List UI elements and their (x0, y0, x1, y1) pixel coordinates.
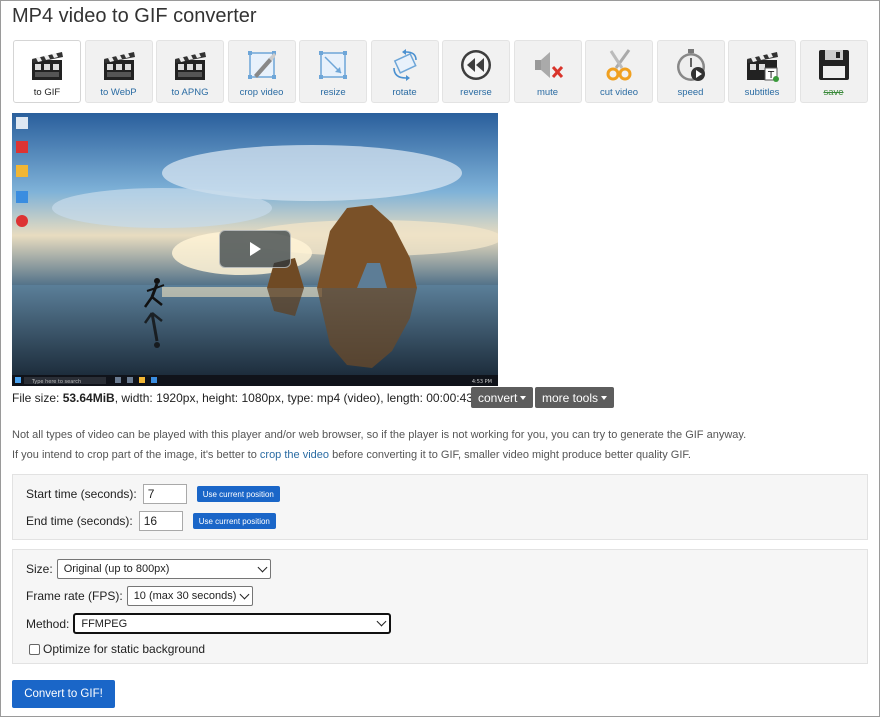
chevron-down-icon (376, 616, 387, 627)
start-time-row: Start time (seconds): 7 Use current posi… (26, 484, 280, 504)
file-info-prefix: File size: (12, 391, 63, 405)
method-select[interactable]: FFMPEG (73, 613, 392, 634)
tool-label: save (823, 87, 844, 98)
method-row: Method: FFMPEG (26, 613, 392, 634)
tool-to-apng[interactable]: to APNG (156, 40, 224, 103)
start-time-input[interactable]: 7 (142, 484, 187, 504)
rotate-icon (387, 47, 423, 83)
options-panel: Size: Original (up to 800px) Frame rate … (12, 549, 868, 664)
chevron-down-icon (257, 562, 268, 572)
rewind-icon (458, 47, 494, 83)
caret-down-icon (520, 395, 527, 400)
convert-label: convert (478, 390, 518, 405)
size-select-value: Original (up to 800px) (63, 563, 170, 575)
more-tools-dropdown-button[interactable]: more tools (535, 387, 615, 408)
tool-label: rotate (392, 87, 417, 98)
tool-to-webp[interactable]: to WebP (84, 40, 153, 103)
clapperboard-icon (29, 47, 65, 83)
tool-label: speed (677, 87, 704, 98)
method-label: Method: (26, 616, 70, 631)
tool-rotate[interactable]: rotate (370, 40, 439, 103)
start-time-label: Start time (seconds): (26, 487, 137, 501)
scissors-icon (601, 47, 637, 83)
crop-note-text-before: If you intend to crop part of the image,… (12, 449, 260, 461)
end-time-row: End time (seconds): 16 Use current posit… (26, 511, 276, 531)
tool-mute[interactable]: mute (513, 40, 582, 103)
tool-to-gif[interactable]: to GIF (13, 40, 81, 103)
convert-to-gif-button[interactable]: Convert to GIF! (12, 680, 115, 708)
file-info-details: , width: 1920px, height: 1080px, type: m… (114, 391, 473, 405)
tool-speed[interactable]: speed (656, 40, 725, 103)
crop-icon (244, 47, 280, 83)
tool-reverse[interactable]: reverse (442, 40, 510, 103)
fps-select-value: 10 (max 30 seconds) (133, 590, 237, 602)
resize-icon (315, 47, 351, 83)
optimize-label: Optimize for static background (43, 642, 206, 656)
floppy-disk-icon (816, 47, 852, 83)
optimize-checkbox[interactable] (29, 643, 40, 655)
stopwatch-icon (673, 47, 709, 83)
clapperboard-icon (101, 47, 137, 83)
tool-label: subtitles (744, 87, 780, 98)
convert-dropdown-button[interactable]: convert (471, 387, 534, 408)
tool-label: reverse (460, 87, 492, 98)
tool-label: to APNG (171, 87, 209, 98)
play-button[interactable] (219, 230, 291, 268)
subtitles-icon: T (744, 47, 780, 83)
size-select[interactable]: Original (up to 800px) (56, 559, 271, 579)
taskbar-clock: 4:53 PM (472, 379, 492, 385)
page-title: MP4 video to GIF converter (12, 5, 257, 27)
start-use-current-position-button[interactable]: Use current position (196, 486, 280, 502)
tool-label: to GIF (33, 87, 61, 98)
tool-label: cut video (599, 87, 639, 98)
file-info: File size: 53.64MiB, width: 1920px, heig… (12, 388, 473, 408)
clapperboard-icon (172, 47, 208, 83)
end-use-current-position-button[interactable]: Use current position (192, 513, 276, 529)
mute-icon (530, 47, 566, 83)
file-size: 53.64MiB (62, 391, 115, 405)
method-select-value: FFMPEG (81, 617, 128, 630)
tool-label: to WebP (100, 87, 137, 98)
tool-subtitles[interactable]: T subtitles (728, 40, 796, 103)
time-panel: Start time (seconds): 7 Use current posi… (12, 474, 868, 540)
size-row: Size: Original (up to 800px) (26, 559, 271, 579)
taskbar-search-text: Type here to search (31, 379, 81, 385)
end-time-label: End time (seconds): (26, 514, 133, 528)
more-tools-label: more tools (542, 390, 599, 405)
player-note: Not all types of video can be played wit… (12, 429, 747, 441)
tool-toolbar: to GIF to WebP to APNG crop video resize… (13, 40, 871, 103)
tool-crop-video[interactable]: crop video (227, 40, 296, 103)
play-icon (250, 242, 261, 256)
tool-cut-video[interactable]: cut video (585, 40, 653, 103)
caret-down-icon (601, 395, 608, 400)
size-label: Size: (26, 562, 53, 576)
end-time-input[interactable]: 16 (138, 511, 183, 531)
tool-save[interactable]: save (799, 40, 868, 103)
crop-video-link[interactable]: crop the video (260, 449, 329, 461)
tool-label: resize (320, 87, 346, 98)
optimize-row: Optimize for static background (29, 642, 205, 656)
fps-row: Frame rate (FPS): 10 (max 30 seconds) (26, 586, 253, 606)
tool-resize[interactable]: resize (299, 40, 367, 103)
crop-note-text-after: before converting it to GIF, smaller vid… (329, 449, 691, 461)
tool-label: crop video (239, 87, 284, 98)
fps-select[interactable]: 10 (max 30 seconds) (126, 586, 253, 606)
fps-label: Frame rate (FPS): (26, 589, 123, 603)
chevron-down-icon (239, 589, 250, 599)
tool-label: mute (536, 87, 559, 98)
crop-note: If you intend to crop part of the image,… (12, 449, 691, 461)
